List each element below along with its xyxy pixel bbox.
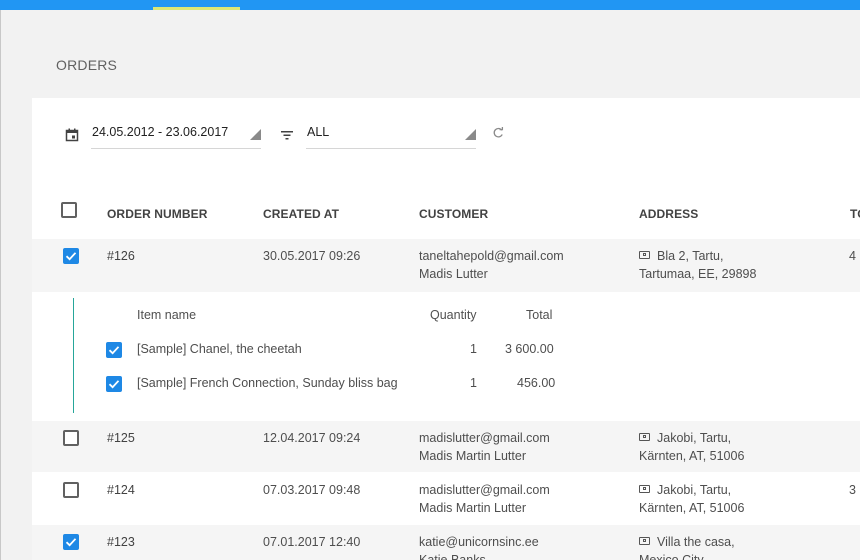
select-all-checkbox[interactable] xyxy=(61,202,77,218)
order-number[interactable]: #124 xyxy=(107,481,135,499)
item-checkbox[interactable] xyxy=(106,376,122,392)
header-total[interactable]: TO xyxy=(850,207,860,221)
address-line2: Kärnten, AT, 51006 xyxy=(639,501,745,515)
dropdown-arrow-icon xyxy=(250,129,261,140)
created-at: 30.05.2017 09:26 xyxy=(263,249,361,263)
top-app-bar xyxy=(0,0,860,10)
order-total: 3 xyxy=(849,483,856,497)
date-range-value: 24.05.2012 - 23.06.2017 xyxy=(92,125,229,139)
address-card-icon xyxy=(639,251,650,259)
detail-accent-bar xyxy=(73,298,74,413)
customer-email: madislutter@gmail.com xyxy=(419,483,550,497)
address-line1: Jakobi, Tartu, xyxy=(657,483,732,497)
item-name: [Sample] French Connection, Sunday bliss… xyxy=(137,376,398,390)
calendar-icon xyxy=(65,128,79,142)
customer-name: Madis Martin Lutter xyxy=(419,501,526,515)
detail-header-quantity: Quantity xyxy=(430,308,477,322)
address-line2: Mexico City xyxy=(639,553,704,560)
item-quantity: 1 xyxy=(470,376,477,390)
order-number[interactable]: #126 xyxy=(107,247,135,265)
item-checkbox[interactable] xyxy=(106,342,122,358)
order-number[interactable]: #123 xyxy=(107,533,135,551)
page-title: ORDERS xyxy=(56,57,118,73)
header-address[interactable]: ADDRESS xyxy=(639,207,698,221)
order-total: 4 xyxy=(849,249,856,263)
refresh-icon[interactable] xyxy=(491,126,505,140)
created-at: 07.03.2017 09:48 xyxy=(263,483,361,497)
active-tab-indicator xyxy=(153,7,240,10)
status-filter-select[interactable]: ALL xyxy=(306,125,476,149)
header-order-number[interactable]: ORDER NUMBER xyxy=(107,207,208,221)
status-filter-value: ALL xyxy=(307,125,330,139)
customer-email: katie@unicornsinc.ee xyxy=(419,535,539,549)
address-line1: Jakobi, Tartu, xyxy=(657,431,732,445)
created-at: 12.04.2017 09:24 xyxy=(263,431,361,445)
customer-email: madislutter@gmail.com xyxy=(419,431,550,445)
row-checkbox[interactable] xyxy=(63,430,79,446)
address-card-icon xyxy=(639,537,650,545)
address-line2: Kärnten, AT, 51006 xyxy=(639,449,745,463)
customer-email: taneltahepold@gmail.com xyxy=(419,249,564,263)
address-line1: Villa the casa, xyxy=(657,535,735,549)
customer-name: Madis Martin Lutter xyxy=(419,449,526,463)
address-line2: Tartumaa, EE, 29898 xyxy=(639,267,757,281)
row-checkbox[interactable] xyxy=(63,534,79,550)
dropdown-arrow-icon xyxy=(465,129,476,140)
detail-header-total: Total xyxy=(526,308,553,322)
address-card-icon xyxy=(639,433,650,441)
sidebar-edge xyxy=(0,10,1,560)
customer-name: Madis Lutter xyxy=(419,267,488,281)
item-total: 456.00 xyxy=(517,376,556,390)
filter-list-icon xyxy=(280,128,294,142)
item-quantity: 1 xyxy=(470,342,477,356)
item-name: [Sample] Chanel, the cheetah xyxy=(137,342,302,356)
address-card-icon xyxy=(639,485,650,493)
row-checkbox[interactable] xyxy=(63,248,79,264)
item-total: 3 600.00 xyxy=(505,342,554,356)
row-checkbox[interactable] xyxy=(63,482,79,498)
header-customer[interactable]: CUSTOMER xyxy=(419,207,488,221)
address-line1: Bla 2, Tartu, xyxy=(657,249,724,263)
detail-header-item-name: Item name xyxy=(137,308,197,322)
header-created-at[interactable]: CREATED AT xyxy=(263,207,339,221)
created-at: 07.01.2017 12:40 xyxy=(263,535,361,549)
customer-name: Katie Banks xyxy=(419,553,486,560)
date-range-select[interactable]: 24.05.2012 - 23.06.2017 xyxy=(91,125,261,149)
order-number[interactable]: #125 xyxy=(107,429,135,447)
